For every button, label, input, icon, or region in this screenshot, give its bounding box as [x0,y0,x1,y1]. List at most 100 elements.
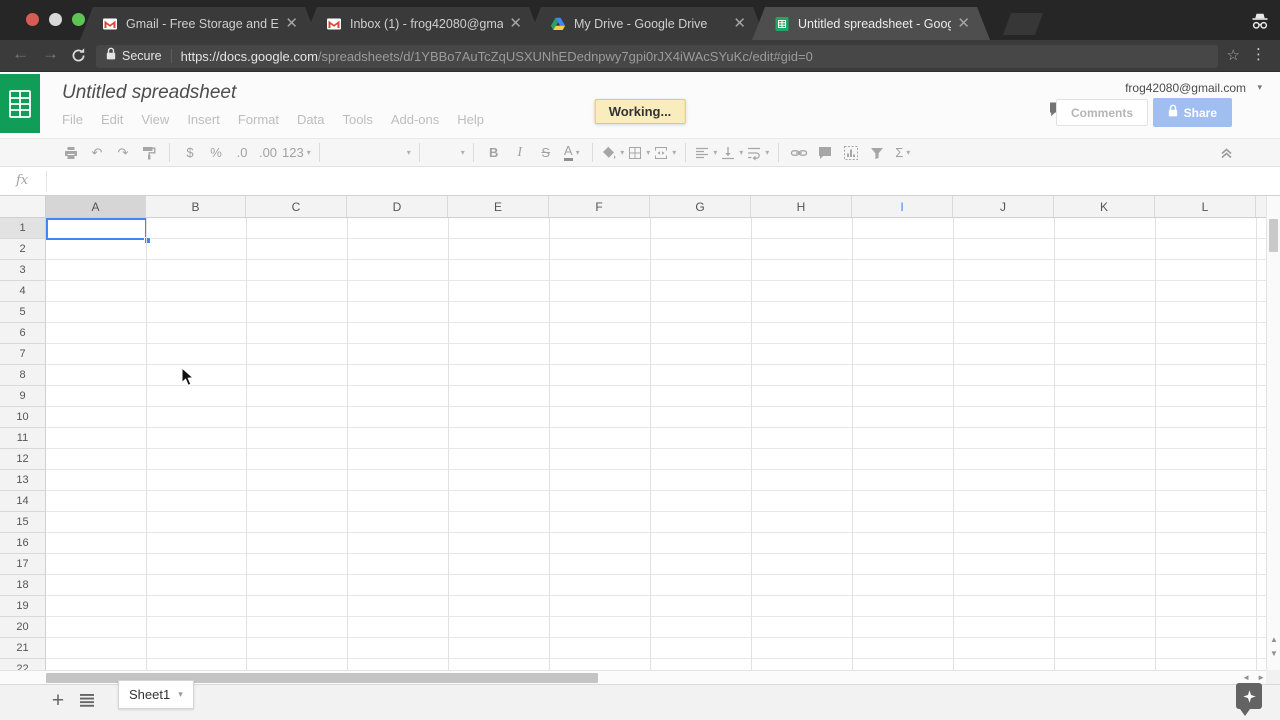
insert-chart-icon[interactable] [839,141,863,165]
column-header-F[interactable]: F [549,196,650,218]
number-format-icon[interactable]: 123▾ [282,141,311,165]
row-header-19[interactable]: 19 [0,596,46,617]
row-header-11[interactable]: 11 [0,428,46,449]
format-currency-icon[interactable]: $ [178,141,202,165]
all-sheets-icon[interactable] [80,693,96,713]
menu-add-ons[interactable]: Add-ons [382,109,448,130]
account-email[interactable]: frog42080@gmail.com [1125,81,1246,95]
browser-menu-icon[interactable]: ⋮ [1251,45,1266,63]
horizontal-align-icon[interactable]: ▾ [694,141,718,165]
scroll-left-icon[interactable]: ◄ [1242,673,1250,682]
menu-insert[interactable]: Insert [178,109,229,130]
row-header-15[interactable]: 15 [0,512,46,533]
bookmark-star-icon[interactable]: ☆ [1227,46,1240,64]
column-header-B[interactable]: B [146,196,246,218]
menu-edit[interactable]: Edit [92,109,132,130]
menu-tools[interactable]: Tools [333,109,381,130]
decrease-decimal-icon[interactable]: .0 [230,141,254,165]
font-family-dropdown[interactable]: ▾ [328,141,411,165]
row-header-12[interactable]: 12 [0,449,46,470]
window-minimize-button[interactable] [49,13,62,26]
share-button[interactable]: Share [1153,98,1232,127]
row-header-18[interactable]: 18 [0,575,46,596]
column-header-K[interactable]: K [1054,196,1155,218]
row-header-5[interactable]: 5 [0,302,46,323]
paint-format-icon[interactable] [137,141,161,165]
row-header-8[interactable]: 8 [0,365,46,386]
italic-icon[interactable]: I [508,141,532,165]
document-title[interactable]: Untitled spreadsheet [62,82,236,104]
browser-tab[interactable]: Untitled spreadsheet - Google✕ [752,7,990,40]
forward-icon[interactable]: → [42,44,59,64]
column-header-L[interactable]: L [1155,196,1256,218]
column-header-C[interactable]: C [246,196,347,218]
window-close-button[interactable] [26,13,39,26]
reload-icon[interactable] [70,47,87,69]
tab-close-icon[interactable]: ✕ [285,16,298,31]
vertical-align-icon[interactable]: ▾ [720,141,744,165]
column-header-partial[interactable] [1256,196,1266,218]
new-tab-button[interactable] [1003,13,1043,35]
row-header-20[interactable]: 20 [0,617,46,638]
filter-icon[interactable] [865,141,889,165]
select-all-corner[interactable] [0,196,46,218]
increase-decimal-icon[interactable]: .00 [256,141,280,165]
redo-icon[interactable]: ↷ [111,141,135,165]
browser-tab[interactable]: My Drive - Google Drive✕ [528,7,766,40]
row-header-4[interactable]: 4 [0,281,46,302]
borders-icon[interactable]: ▾ [627,141,651,165]
collapse-toolbar-icon[interactable] [1219,145,1234,164]
row-header-10[interactable]: 10 [0,407,46,428]
insert-link-icon[interactable] [787,141,811,165]
row-header-17[interactable]: 17 [0,554,46,575]
comments-button[interactable]: Comments [1056,99,1148,126]
browser-tab[interactable]: Inbox (1) - frog42080@gmail.c✕ [304,7,542,40]
row-header-9[interactable]: 9 [0,386,46,407]
scroll-up-icon[interactable]: ▲ [1267,635,1280,644]
formula-bar[interactable]: fx [0,167,1280,196]
fill-color-icon[interactable]: ▾ [601,141,625,165]
row-header-3[interactable]: 3 [0,260,46,281]
scroll-right-icon[interactable]: ► [1257,673,1265,682]
row-header-21[interactable]: 21 [0,638,46,659]
row-header-2[interactable]: 2 [0,239,46,260]
column-header-A[interactable]: A [46,196,146,218]
url-field[interactable]: Secure https://docs.google.com/spreadshe… [96,45,1218,68]
add-sheet-button[interactable]: + [46,687,70,715]
column-header-E[interactable]: E [448,196,549,218]
account-caret-icon[interactable]: ▾ [1257,82,1262,93]
text-wrap-icon[interactable]: ▾ [746,141,770,165]
tab-close-icon[interactable]: ✕ [957,16,970,31]
back-icon[interactable]: ← [12,44,29,64]
font-size-dropdown[interactable]: ▾ [428,141,465,165]
scroll-down-icon[interactable]: ▼ [1267,649,1280,658]
tab-close-icon[interactable]: ✕ [509,16,522,31]
row-header-22[interactable]: 22 [0,659,46,670]
menu-view[interactable]: View [132,109,178,130]
menu-format[interactable]: Format [229,109,288,130]
undo-icon[interactable]: ↶ [85,141,109,165]
merge-cells-icon[interactable]: ▾ [653,141,677,165]
column-header-D[interactable]: D [347,196,448,218]
column-header-I[interactable]: I [852,196,953,218]
row-header-7[interactable]: 7 [0,344,46,365]
menu-help[interactable]: Help [448,109,493,130]
sheet-tab-sheet1[interactable]: Sheet1▾ [118,680,194,709]
menu-data[interactable]: Data [288,109,333,130]
menu-file[interactable]: File [53,109,92,130]
explore-button[interactable] [1236,683,1262,709]
tab-close-icon[interactable]: ✕ [733,16,746,31]
functions-icon[interactable]: Σ▾ [891,141,915,165]
row-header-1[interactable]: 1 [0,218,46,239]
vertical-scrollbar[interactable]: ▲ ▼ [1266,196,1280,670]
column-header-H[interactable]: H [751,196,852,218]
row-header-6[interactable]: 6 [0,323,46,344]
strikethrough-icon[interactable]: S [534,141,558,165]
print-icon[interactable] [59,141,83,165]
vertical-scrollbar-thumb[interactable] [1269,219,1278,252]
text-color-icon[interactable]: A▾ [560,141,584,165]
insert-comment-icon[interactable] [813,141,837,165]
row-header-14[interactable]: 14 [0,491,46,512]
format-percent-icon[interactable]: % [204,141,228,165]
sheet-tab-caret-icon[interactable]: ▾ [178,689,183,700]
